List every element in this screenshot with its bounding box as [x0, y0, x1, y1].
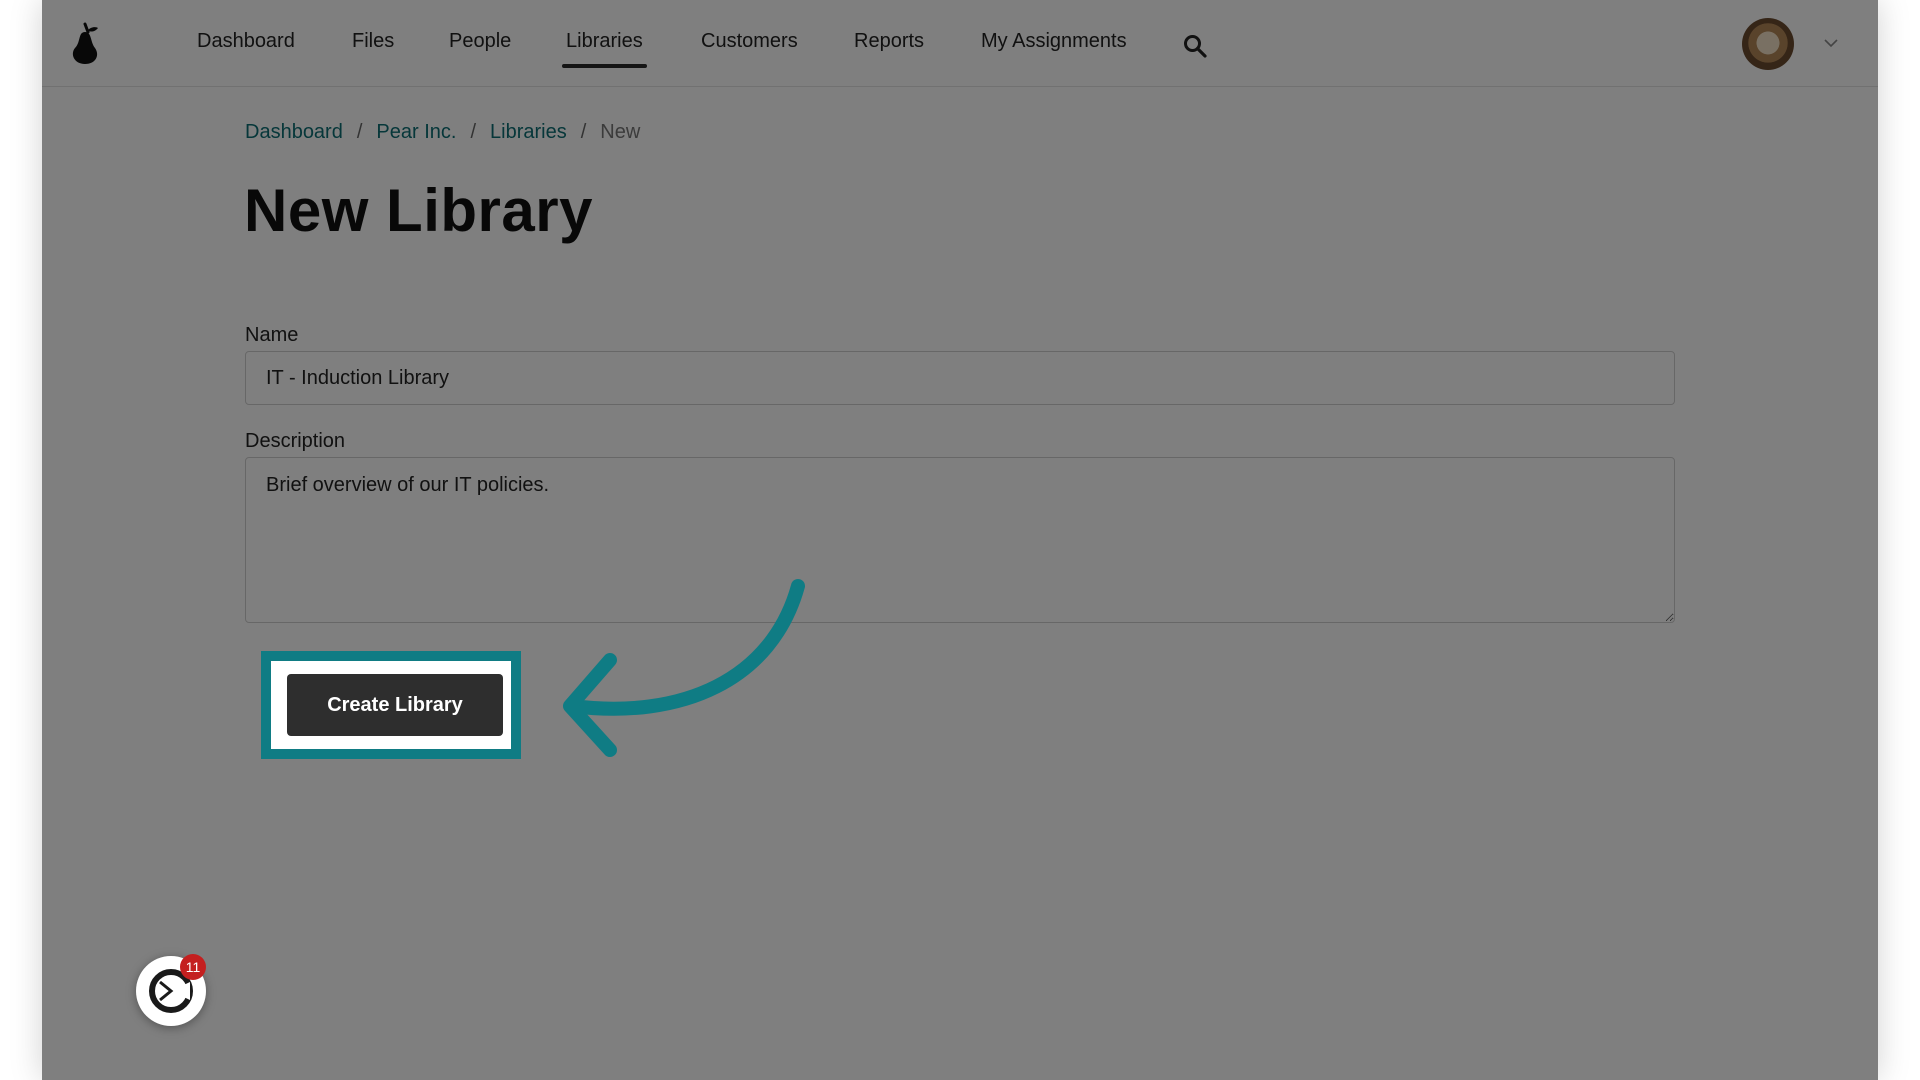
nav-reports[interactable]: Reports — [854, 30, 924, 53]
library-description-input[interactable]: Brief overview of our IT policies. — [245, 457, 1675, 623]
name-label: Name — [245, 324, 299, 346]
breadcrumb-pear-inc[interactable]: Pear Inc. — [376, 121, 456, 143]
nav-libraries[interactable]: Libraries — [562, 30, 647, 68]
create-library-button[interactable]: Create Library — [287, 674, 503, 736]
description-label: Description — [245, 430, 346, 452]
breadcrumb-libraries[interactable]: Libraries — [490, 121, 567, 143]
chevron-down-icon[interactable] — [1824, 38, 1838, 48]
breadcrumb-separator: / — [470, 121, 477, 143]
page-title: New Library — [244, 177, 593, 244]
breadcrumb-separator: / — [580, 121, 587, 143]
library-name-input[interactable] — [245, 351, 1675, 405]
breadcrumb-separator: / — [356, 121, 363, 143]
top-navigation-bar: Dashboard Files People Libraries Custome… — [42, 0, 1878, 87]
nav-customers[interactable]: Customers — [701, 30, 798, 53]
nav-my-assignments[interactable]: My Assignments — [981, 30, 1127, 53]
breadcrumb: Dashboard / Pear Inc. / Libraries / New — [245, 121, 640, 144]
app-window: Dashboard Files People Libraries Custome… — [42, 0, 1878, 1080]
user-avatar[interactable] — [1742, 18, 1794, 70]
breadcrumb-current: New — [600, 121, 641, 143]
breadcrumb-dashboard[interactable]: Dashboard — [245, 121, 343, 143]
notification-badge: 11 — [180, 954, 206, 980]
nav-people[interactable]: People — [449, 30, 511, 53]
nav-files[interactable]: Files — [352, 30, 394, 53]
pointer-arrowhead — [563, 653, 617, 757]
chat-widget-button[interactable]: 11 — [136, 954, 206, 1026]
pear-logo-icon[interactable] — [68, 20, 102, 66]
search-icon[interactable] — [1182, 33, 1208, 59]
nav-dashboard[interactable]: Dashboard — [197, 30, 295, 53]
